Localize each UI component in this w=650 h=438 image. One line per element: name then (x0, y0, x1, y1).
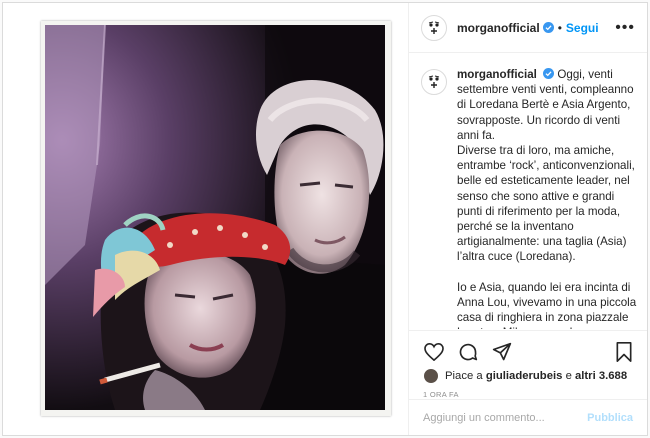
post-media[interactable] (3, 3, 409, 435)
profile-logo-icon (428, 21, 440, 34)
instagram-post: morganofficial • Segui ••• morganofficia… (2, 2, 648, 436)
post-timestamp[interactable]: 1 ORA FA (409, 384, 647, 399)
likes-count-link[interactable]: altri 3.688 (575, 370, 627, 382)
caption-text: morganofficial Oggi, venti settembre ven… (457, 67, 641, 329)
caption-paragraph: Diverse tra di loro, ma amiche, entrambe… (457, 144, 635, 264)
likes-summary: Piace a giuliaderubeis e altri 3.688 (409, 365, 647, 384)
post-caption: morganofficial Oggi, venti settembre ven… (421, 67, 643, 329)
likes-prefix: Piace a (445, 370, 483, 382)
more-options-icon[interactable]: ••• (615, 19, 635, 37)
liker-username[interactable]: giuliaderubeis (486, 370, 563, 382)
liker-avatar[interactable] (423, 368, 439, 384)
likes-middle: e (565, 370, 572, 382)
comment-input[interactable]: Aggiungi un commento... (423, 412, 545, 424)
header-username[interactable]: morganofficial (457, 21, 540, 35)
post-actions: Piace a giuliaderubeis e altri 3.688 1 O… (409, 330, 647, 435)
publish-button[interactable]: Pubblica (587, 412, 633, 424)
post-header: morganofficial • Segui ••• (409, 3, 647, 53)
header-separator: • (557, 20, 562, 35)
avatar[interactable] (421, 14, 447, 41)
caption-username[interactable]: morganofficial (457, 68, 537, 81)
action-icons (409, 331, 647, 365)
comment-icon[interactable] (457, 341, 479, 363)
heart-icon[interactable] (423, 341, 445, 363)
caption-avatar[interactable] (421, 69, 447, 95)
caption-paragraph: Io e Asia, quando lei era incinta di Ann… (457, 280, 637, 329)
polaroid-frame (41, 21, 391, 416)
follow-button[interactable]: Segui (566, 21, 599, 35)
bookmark-icon[interactable] (613, 341, 635, 363)
comment-box: Aggiungi un commento... Pubblica (409, 399, 647, 435)
caption-paragraph: morganofficial Oggi, venti settembre ven… (457, 67, 641, 143)
post-sidebar: morganofficial • Segui ••• morganofficia… (409, 3, 647, 435)
post-photo (45, 25, 385, 410)
profile-logo-icon (428, 75, 440, 88)
verified-badge-icon (543, 68, 555, 79)
verified-badge-icon (542, 22, 554, 33)
share-icon[interactable] (491, 341, 513, 363)
